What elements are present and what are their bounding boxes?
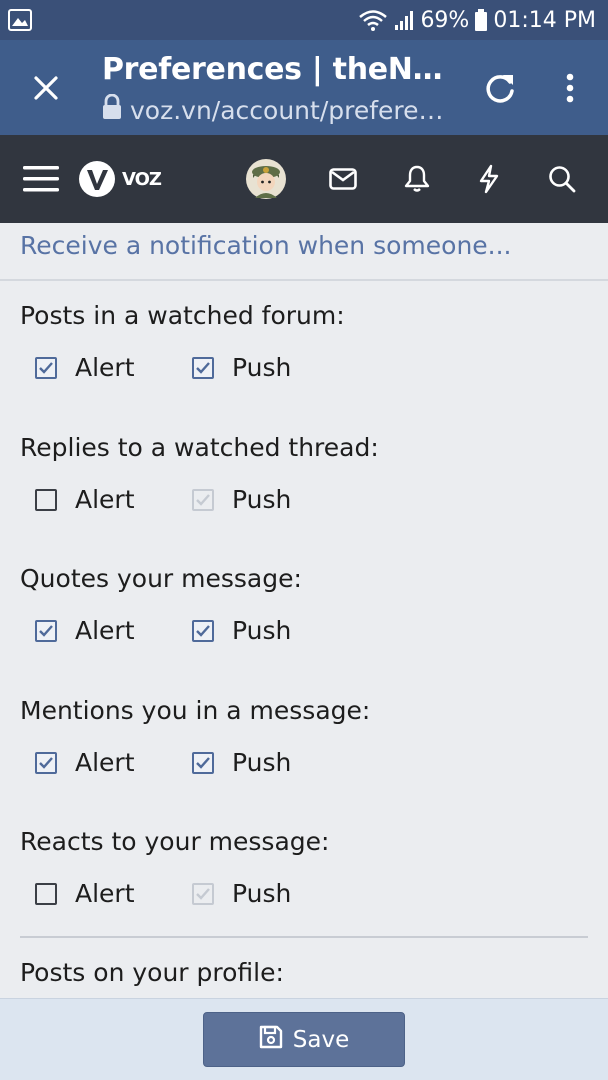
save-button[interactable]: Save bbox=[203, 1012, 405, 1067]
alert-label: Alert bbox=[75, 353, 135, 382]
push-label: Push bbox=[232, 748, 292, 777]
checkbox-checked[interactable] bbox=[192, 356, 214, 379]
bell-icon[interactable] bbox=[396, 157, 438, 201]
checkbox-checked[interactable] bbox=[192, 619, 214, 642]
push-checkbox-option[interactable]: Push bbox=[192, 616, 291, 645]
logo-text: VOZ bbox=[122, 168, 162, 190]
mail-icon[interactable] bbox=[322, 157, 364, 201]
bolt-icon[interactable] bbox=[468, 157, 510, 201]
battery-icon bbox=[475, 9, 488, 31]
push-checkbox-option[interactable]: Push bbox=[192, 748, 291, 777]
alert-checkbox-option[interactable]: Alert bbox=[35, 748, 135, 777]
hamburger-icon[interactable] bbox=[18, 157, 64, 201]
wifi-icon bbox=[358, 9, 388, 31]
alert-checkbox-option[interactable]: Alert bbox=[35, 879, 135, 908]
form-footer: Save bbox=[0, 998, 608, 1080]
url-text: voz.vn/account/preferences bbox=[130, 95, 452, 125]
checkbox-checked[interactable] bbox=[192, 751, 214, 774]
alert-label: Alert bbox=[75, 748, 135, 777]
push-label: Push bbox=[232, 616, 292, 645]
preferences-content: Receive a notification when someone... P… bbox=[0, 223, 608, 998]
group-label: Posts on your profile: bbox=[20, 958, 284, 987]
checkbox-checked[interactable] bbox=[35, 751, 57, 774]
group-divider bbox=[20, 936, 588, 938]
group-label: Replies to a watched thread: bbox=[20, 433, 379, 462]
alert-label: Alert bbox=[75, 485, 135, 514]
alert-checkbox-option[interactable]: Alert bbox=[35, 616, 135, 645]
alert-checkbox-option[interactable]: Alert bbox=[35, 353, 135, 382]
checkbox-checked[interactable] bbox=[35, 619, 57, 642]
browser-toolbar: Preferences | theNEXT Voz voz.vn/account… bbox=[0, 40, 608, 135]
group-label: Quotes your message: bbox=[20, 564, 302, 593]
section-heading: Receive a notification when someone... bbox=[20, 231, 512, 260]
avatar[interactable] bbox=[244, 157, 288, 201]
push-label: Push bbox=[232, 353, 292, 382]
image-icon bbox=[8, 9, 32, 35]
clock: 01:14 PM bbox=[493, 7, 596, 33]
group-label: Mentions you in a message: bbox=[20, 696, 371, 725]
checkbox-disabled bbox=[192, 882, 214, 905]
save-icon bbox=[259, 1025, 283, 1055]
voz-logo[interactable]: VOZ bbox=[78, 157, 168, 201]
push-checkbox-option: Push bbox=[192, 485, 291, 514]
push-label: Push bbox=[232, 485, 292, 514]
push-label: Push bbox=[232, 879, 292, 908]
section-divider bbox=[0, 279, 608, 281]
alert-checkbox-option[interactable]: Alert bbox=[35, 485, 135, 514]
reload-icon[interactable] bbox=[480, 68, 520, 108]
battery-level: 69% bbox=[420, 7, 470, 33]
close-icon[interactable] bbox=[26, 68, 66, 108]
address-bar[interactable]: voz.vn/account/preferences bbox=[102, 93, 452, 126]
checkbox-checked[interactable] bbox=[35, 356, 57, 379]
lock-icon bbox=[102, 93, 122, 126]
page-title: Preferences | theNEXT Voz bbox=[102, 52, 452, 87]
checkbox-disabled bbox=[192, 488, 214, 511]
alert-label: Alert bbox=[75, 616, 135, 645]
alert-label: Alert bbox=[75, 879, 135, 908]
signal-icon bbox=[394, 9, 414, 31]
checkbox-unchecked[interactable] bbox=[35, 488, 57, 511]
site-navbar: VOZ bbox=[0, 135, 608, 223]
search-icon[interactable] bbox=[540, 157, 584, 201]
status-bar: 69% 01:14 PM bbox=[0, 0, 608, 40]
checkbox-unchecked[interactable] bbox=[35, 882, 57, 905]
more-vert-icon[interactable] bbox=[550, 68, 590, 108]
save-label: Save bbox=[292, 1026, 350, 1053]
push-checkbox-option[interactable]: Push bbox=[192, 353, 291, 382]
push-checkbox-option: Push bbox=[192, 879, 291, 908]
group-label: Posts in a watched forum: bbox=[20, 301, 345, 330]
group-label: Reacts to your message: bbox=[20, 827, 330, 856]
